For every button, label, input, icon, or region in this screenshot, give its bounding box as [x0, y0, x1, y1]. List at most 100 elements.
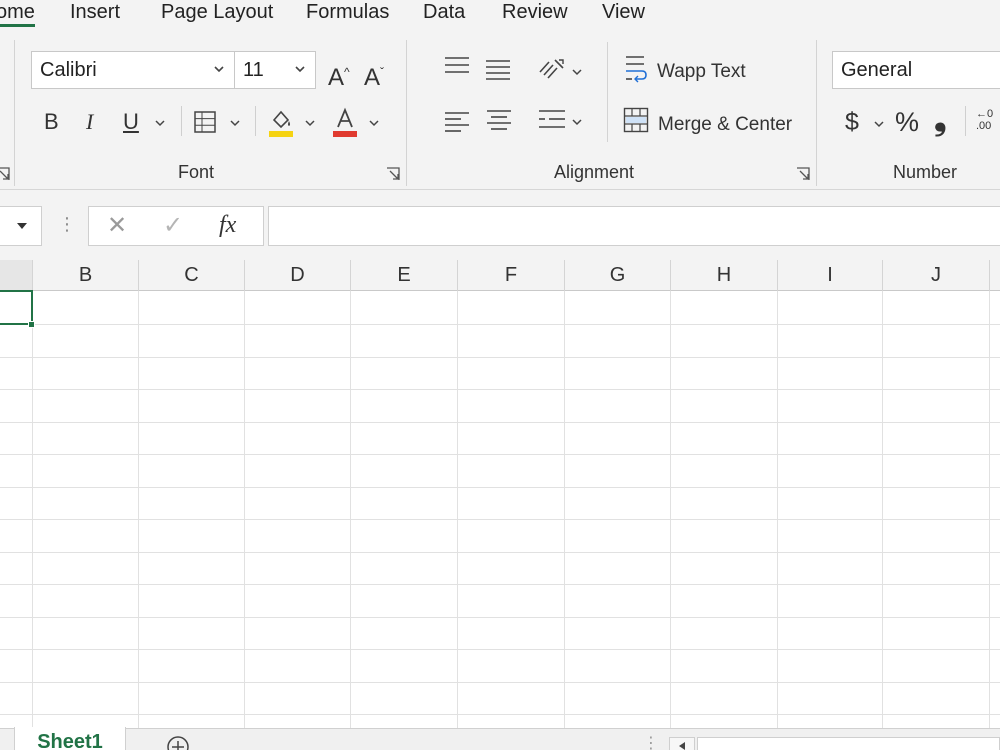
- dialog-launcher-icon[interactable]: [386, 167, 400, 181]
- italic-button[interactable]: I: [86, 110, 93, 134]
- fill-color-icon[interactable]: [268, 106, 294, 138]
- gridline: [0, 714, 1000, 715]
- gridline: [0, 324, 1000, 325]
- tab-home[interactable]: ome: [0, 0, 35, 27]
- merge-center-button[interactable]: Merge & Center: [620, 104, 800, 140]
- comma-style-button[interactable]: ❟: [934, 102, 947, 134]
- shrink-font-icon: A: [364, 64, 381, 91]
- horizontal-scrollbar[interactable]: [697, 737, 1000, 750]
- gridline: [0, 519, 1000, 520]
- gridline: [0, 682, 1000, 683]
- tab-page-layout[interactable]: Page Layout: [161, 0, 273, 24]
- wrap-text-icon: [626, 56, 647, 83]
- font-size-value: 11: [243, 59, 264, 81]
- gridline: [0, 584, 1000, 585]
- caret-down-icon: [17, 223, 27, 229]
- number-format-select[interactable]: General: [832, 51, 1000, 89]
- ribbon: Calibri 11 A^ Aˇ B I U Font Wapp Text Me…: [0, 34, 1000, 190]
- chevron-down-icon[interactable]: [368, 117, 380, 129]
- spreadsheet-grid[interactable]: B C D E F G H I J: [0, 260, 1000, 730]
- font-name-value: Calibri: [40, 59, 97, 81]
- chevron-down-icon[interactable]: [571, 116, 583, 128]
- gridline: [0, 552, 1000, 553]
- currency-format-button[interactable]: $: [845, 110, 859, 135]
- group-separator: [406, 40, 407, 186]
- column-header[interactable]: E: [351, 260, 458, 291]
- column-header[interactable]: J: [883, 260, 990, 291]
- more-options-icon[interactable]: ⋮: [643, 735, 659, 750]
- chevron-down-icon: [295, 66, 305, 73]
- increase-decimal-button[interactable]: ←0 .00: [976, 108, 998, 132]
- fill-handle[interactable]: [28, 321, 35, 328]
- dialog-launcher-icon[interactable]: [796, 167, 810, 181]
- enter-icon[interactable]: ✓: [163, 213, 183, 239]
- top-align-icon[interactable]: [444, 56, 470, 78]
- font-name-select[interactable]: Calibri: [31, 51, 235, 89]
- underline-button[interactable]: U: [123, 110, 139, 134]
- merge-center-icon: [623, 107, 649, 133]
- column-header[interactable]: H: [671, 260, 778, 291]
- column-header[interactable]: I: [778, 260, 883, 291]
- name-box[interactable]: [0, 206, 42, 246]
- gridline: [0, 389, 1000, 390]
- orientation-icon[interactable]: [537, 56, 565, 82]
- group-separator: [816, 40, 817, 186]
- borders-icon[interactable]: [193, 110, 217, 134]
- indent-icon[interactable]: [538, 108, 566, 132]
- tab-view[interactable]: View: [602, 0, 645, 24]
- column-header[interactable]: D: [245, 260, 351, 291]
- column-header[interactable]: B: [33, 260, 139, 291]
- chevron-down-icon[interactable]: [571, 66, 583, 78]
- number-group-label: Number: [893, 162, 958, 182]
- tab-formulas[interactable]: Formulas: [306, 0, 389, 24]
- chevron-down-icon[interactable]: [154, 117, 166, 129]
- wrap-text-button[interactable]: Wapp Text: [620, 52, 770, 88]
- chevron-down-icon[interactable]: [229, 117, 241, 129]
- formula-input[interactable]: [268, 206, 1000, 246]
- font-group-label: Font: [178, 162, 215, 182]
- chevron-down-icon[interactable]: [304, 117, 316, 129]
- align-left-icon[interactable]: [444, 110, 470, 134]
- gridline: [0, 357, 1000, 358]
- percent-style-button[interactable]: %: [895, 109, 919, 136]
- grow-font-icon: A: [328, 64, 345, 91]
- tab-data[interactable]: Data: [423, 0, 465, 24]
- separator: [255, 106, 256, 136]
- column-header[interactable]: G: [565, 260, 671, 291]
- more-options-icon[interactable]: ⋮: [58, 214, 76, 234]
- group-separator: [14, 40, 15, 186]
- sheet-tab-sheet1[interactable]: Sheet1: [14, 727, 126, 750]
- menu-bar: ome Insert Page Layout Formulas Data Rev…: [0, 0, 1000, 34]
- column-header[interactable]: C: [139, 260, 245, 291]
- insert-function-icon[interactable]: fx: [219, 211, 236, 239]
- font-color-icon[interactable]: [332, 106, 358, 138]
- gridline: [0, 487, 1000, 488]
- merge-center-label: Merge & Center: [658, 114, 793, 135]
- chevron-down-icon[interactable]: [873, 118, 885, 130]
- font-size-select[interactable]: 11: [234, 51, 316, 89]
- number-format-value: General: [841, 59, 913, 81]
- separator: [965, 106, 966, 136]
- active-cell[interactable]: [0, 290, 33, 325]
- shrink-font-button[interactable]: Aˇ: [364, 60, 384, 90]
- sheet-tab-bar: Sheet1 ⋮: [0, 727, 1000, 750]
- column-header[interactable]: F: [458, 260, 565, 291]
- dialog-launcher-icon[interactable]: [0, 167, 10, 181]
- wrap-text-label: Wapp Text: [657, 61, 746, 82]
- middle-align-icon[interactable]: [485, 58, 511, 82]
- bold-button[interactable]: B: [44, 110, 59, 134]
- caret-left-icon: [679, 742, 685, 750]
- formula-actions: ✕ ✓ fx: [88, 206, 264, 246]
- add-sheet-icon[interactable]: [166, 735, 190, 750]
- grow-font-button[interactable]: A^: [328, 60, 350, 90]
- column-header-row: B C D E F G H I J: [0, 260, 1000, 291]
- tab-insert[interactable]: Insert: [70, 0, 120, 24]
- tab-review[interactable]: Review: [502, 0, 568, 24]
- gridline: [0, 422, 1000, 423]
- gridline: [0, 649, 1000, 650]
- align-center-icon[interactable]: [486, 108, 512, 132]
- cancel-icon[interactable]: ✕: [107, 213, 127, 239]
- gridline: [0, 454, 1000, 455]
- scroll-left-button[interactable]: [669, 737, 695, 750]
- column-header-a[interactable]: [0, 260, 33, 291]
